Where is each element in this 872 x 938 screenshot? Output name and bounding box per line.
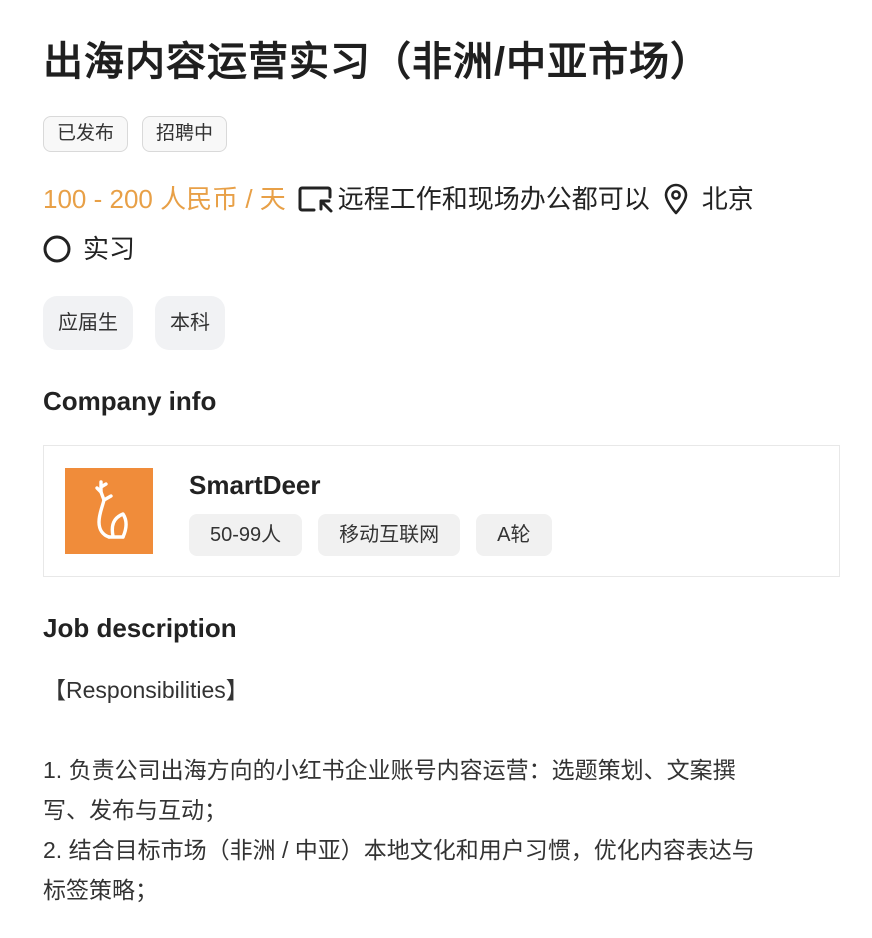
description-line: 1. 负责公司出海方向的小红书企业账号内容运营：选题策划、文案撰 [43,757,736,783]
company-info-heading: Company info [43,386,217,416]
work-mode: 远程工作和现场办公都可以 [298,174,650,224]
job-type-label: 实习 [83,234,136,264]
deer-icon [95,480,128,539]
job-description-body: 【Responsibilities】 1. 负责公司出海方向的小红书企业账号内容… [43,670,840,910]
status-tag-published: 已发布 [43,116,129,152]
location-pin-icon [662,179,702,219]
salary: 100 - 200 人民币 / 天 [43,184,286,214]
company-card[interactable]: SmartDeer 50-99人 移动互联网 A轮 [43,445,840,577]
job-meta: 100 - 200 人民币 / 天 远程工作和现场办公都可以 北京 实习 [43,174,840,274]
work-mode-label: 远程工作和现场办公都可以 [337,184,650,214]
description-line: 写、发布与互动； [43,797,227,823]
location-label: 北京 [701,184,754,214]
requirement-tag-degree: 本科 [155,296,225,350]
company-tag-funding: A轮 [476,514,552,556]
company-logo [65,468,153,554]
job-title: 出海内容运营实习（非洲/中亚市场） [43,40,712,84]
company-body: SmartDeer 50-99人 移动互联网 A轮 [189,468,552,556]
company-tag-industry: 移动互联网 [318,514,461,556]
job-description-heading: Job description [43,613,237,643]
location: 北京 [662,174,754,224]
remote-office-icon [298,179,338,219]
status-tags: 已发布 招聘中 [43,116,840,152]
status-tag-hiring: 招聘中 [142,116,228,152]
requirement-tags: 应届生 本科 [43,296,840,350]
job-detail-page: 出海内容运营实习（非洲/中亚市场） 已发布 招聘中 100 - 200 人民币 … [0,0,872,938]
company-tags: 50-99人 移动互联网 A轮 [189,514,552,556]
description-line: 标签策略； [43,877,158,903]
description-blank-line [43,710,840,750]
description-line: 【Responsibilities】 [43,677,249,703]
requirement-tag-graduate: 应届生 [43,296,133,350]
company-tag-size: 50-99人 [189,514,303,556]
circle-icon [43,229,83,269]
description-line: 2. 结合目标市场（非洲 / 中亚）本地文化和用户习惯，优化内容表达与 [43,837,755,863]
company-name[interactable]: SmartDeer [189,470,552,500]
job-type: 实习 [43,224,135,274]
